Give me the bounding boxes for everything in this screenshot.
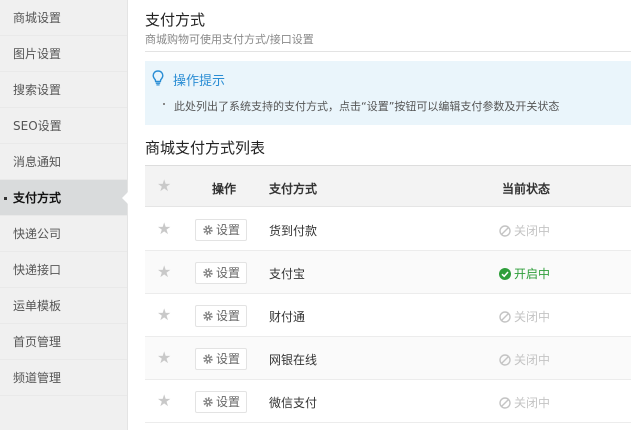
column-header-op: 操作 xyxy=(212,182,237,196)
sidebar-item-label: 搜索设置 xyxy=(13,83,62,97)
lightbulb-icon xyxy=(152,70,164,86)
sidebar-item-image-settings[interactable]: 图片设置 xyxy=(0,36,127,72)
table-row: ★ 设置 网银在线 关闭中 xyxy=(145,337,631,380)
tip-bullet xyxy=(163,103,165,105)
payment-name: 微信支付 xyxy=(269,396,318,410)
tip-box: 操作提示 此处列出了系统支持的支付方式，点击“设置”按钮可以编辑支付参数及开关状… xyxy=(145,61,631,125)
disabled-icon xyxy=(499,311,511,323)
table-row: ★ 设置 货到付款 关闭中 xyxy=(145,208,631,251)
table-row: ★ 设置 支付宝 开启中 xyxy=(145,251,631,294)
status-text: 关闭中 xyxy=(514,396,551,410)
settings-button[interactable]: 设置 xyxy=(195,391,247,413)
active-bullet xyxy=(4,197,7,200)
status-badge[interactable]: 关闭中 xyxy=(499,351,550,368)
active-notch xyxy=(122,192,128,204)
sidebar-item-search-settings[interactable]: 搜索设置 xyxy=(0,72,127,108)
settings-button[interactable]: 设置 xyxy=(195,305,247,327)
sidebar-item-courier-api[interactable]: 快递接口 xyxy=(0,252,127,288)
sidebar-item-label: SEO设置 xyxy=(13,119,62,133)
sidebar-item-waybill-template[interactable]: 运单模板 xyxy=(0,288,127,324)
settings-label: 设置 xyxy=(216,309,241,323)
gear-icon xyxy=(203,397,213,407)
disabled-icon xyxy=(499,397,511,409)
tip-title: 操作提示 xyxy=(173,74,226,89)
gear-icon xyxy=(203,354,213,364)
column-header-method: 支付方式 xyxy=(269,182,318,196)
gear-icon xyxy=(203,311,213,321)
tip-text: 此处列出了系统支持的支付方式，点击“设置”按钮可以编辑支付参数及开关状态 xyxy=(174,100,560,113)
sidebar-item-label: 快递公司 xyxy=(13,227,62,241)
sidebar-item-mall-settings[interactable]: 商城设置 xyxy=(0,0,127,36)
star-icon[interactable]: ★ xyxy=(157,221,171,237)
status-badge[interactable]: 关闭中 xyxy=(499,308,550,325)
sidebar-item-label: 图片设置 xyxy=(13,47,62,61)
page-title: 支付方式 xyxy=(145,11,206,29)
table-row: ★ 设置 微信支付 关闭中 xyxy=(145,380,631,423)
table-header: ★ 操作 支付方式 当前状态 xyxy=(145,166,631,207)
status-text: 关闭中 xyxy=(514,224,551,238)
star-icon[interactable]: ★ xyxy=(157,307,171,323)
settings-label: 设置 xyxy=(216,223,241,237)
sidebar-item-label: 消息通知 xyxy=(13,155,62,169)
settings-button[interactable]: 设置 xyxy=(195,219,247,241)
star-icon[interactable]: ★ xyxy=(157,264,171,280)
gear-icon xyxy=(203,225,213,235)
page-subtitle: 商城购物可使用支付方式/接口设置 xyxy=(145,33,314,46)
table-row: ★ 设置 财付通 关闭中 xyxy=(145,294,631,337)
payment-name: 支付宝 xyxy=(269,267,306,281)
status-badge[interactable]: 开启中 xyxy=(499,265,550,282)
star-icon[interactable]: ★ xyxy=(157,350,171,366)
settings-button[interactable]: 设置 xyxy=(195,348,247,370)
check-circle-icon xyxy=(499,268,511,280)
payment-name: 网银在线 xyxy=(269,353,318,367)
star-icon[interactable]: ★ xyxy=(157,178,171,194)
status-badge[interactable]: 关闭中 xyxy=(499,222,550,239)
sidebar-item-couriers[interactable]: 快递公司 xyxy=(0,216,127,252)
sidebar-item-notifications[interactable]: 消息通知 xyxy=(0,144,127,180)
gear-icon xyxy=(203,268,213,278)
sidebar-item-label: 商城设置 xyxy=(13,11,62,25)
disabled-icon xyxy=(499,354,511,366)
sidebar-item-label: 频道管理 xyxy=(13,371,62,385)
sidebar-item-seo-settings[interactable]: SEO设置 xyxy=(0,108,127,144)
status-text: 关闭中 xyxy=(514,310,551,324)
divider xyxy=(145,51,631,52)
settings-label: 设置 xyxy=(216,266,241,280)
settings-label: 设置 xyxy=(216,395,241,409)
sidebar-item-channels[interactable]: 频道管理 xyxy=(0,360,127,396)
sidebar-item-label: 运单模板 xyxy=(13,299,62,313)
disabled-icon xyxy=(499,225,511,237)
status-text: 开启中 xyxy=(514,267,551,281)
settings-label: 设置 xyxy=(216,352,241,366)
sidebar-item-label: 支付方式 xyxy=(13,191,62,205)
sidebar-item-label: 快递接口 xyxy=(13,263,62,277)
payment-name: 财付通 xyxy=(269,310,306,324)
column-header-status: 当前状态 xyxy=(502,182,551,196)
sidebar-item-homepage[interactable]: 首页管理 xyxy=(0,324,127,360)
settings-button[interactable]: 设置 xyxy=(195,262,247,284)
payment-name: 货到付款 xyxy=(269,224,318,238)
sidebar-item-label: 首页管理 xyxy=(13,335,62,349)
sidebar-item-payment[interactable]: 支付方式 xyxy=(0,180,128,216)
list-title: 商城支付方式列表 xyxy=(145,139,266,157)
star-icon[interactable]: ★ xyxy=(157,393,171,409)
status-text: 关闭中 xyxy=(514,353,551,367)
status-badge[interactable]: 关闭中 xyxy=(499,394,550,411)
sidebar: 商城设置 图片设置 搜索设置 SEO设置 消息通知 支付方式 快递公司 快递接口… xyxy=(0,0,128,430)
